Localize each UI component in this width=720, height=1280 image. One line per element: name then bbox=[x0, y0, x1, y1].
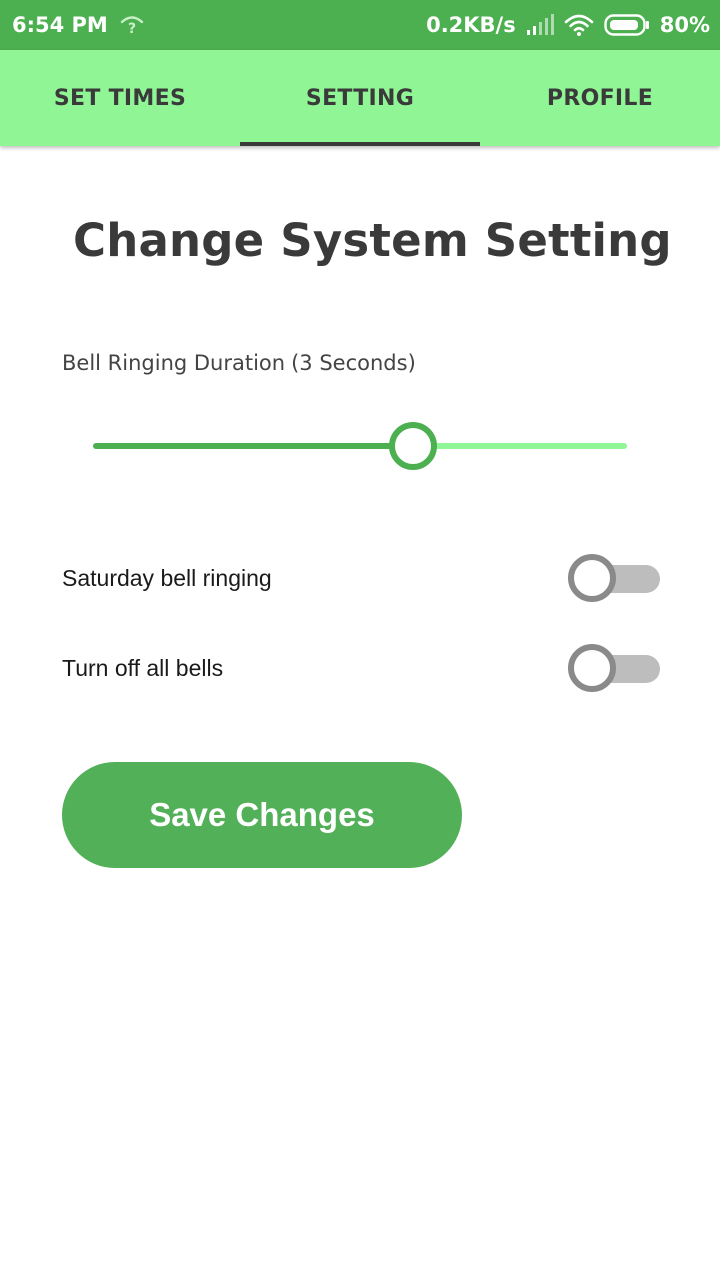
wifi-question-icon: ? bbox=[120, 14, 144, 36]
tab-bar: SET TIMES SETTING PROFILE bbox=[0, 50, 720, 146]
status-right: 0.2KB/s 80% bbox=[426, 13, 710, 37]
wifi-icon bbox=[564, 13, 594, 37]
switch-thumb bbox=[568, 644, 616, 692]
status-left: 6:54 PM ? bbox=[12, 13, 144, 37]
saturday-bell-row: Saturday bell ringing bbox=[62, 552, 662, 604]
page-title: Change System Setting bbox=[73, 214, 672, 267]
slider-track-inactive bbox=[413, 443, 627, 449]
battery-icon bbox=[604, 14, 650, 36]
switch-thumb bbox=[568, 554, 616, 602]
status-time: 6:54 PM bbox=[12, 13, 108, 37]
tab-profile[interactable]: PROFILE bbox=[480, 50, 720, 146]
turn-off-bells-label: Turn off all bells bbox=[62, 654, 224, 681]
battery-percent: 80% bbox=[659, 13, 710, 37]
tab-setting[interactable]: SETTING bbox=[240, 50, 480, 146]
duration-slider[interactable] bbox=[93, 420, 627, 472]
turn-off-bells-switch[interactable] bbox=[568, 642, 662, 694]
slider-track-active bbox=[93, 443, 413, 449]
duration-label-text: Bell Ringing Duration bbox=[62, 351, 286, 375]
turn-off-bells-row: Turn off all bells bbox=[62, 642, 662, 694]
save-changes-button[interactable]: Save Changes bbox=[62, 762, 462, 868]
svg-text:?: ? bbox=[128, 21, 136, 36]
duration-label: Bell Ringing Duration (3 Seconds) bbox=[62, 351, 416, 375]
duration-value: (3 Seconds) bbox=[291, 351, 416, 375]
network-speed: 0.2KB/s bbox=[426, 13, 516, 37]
signal-icon bbox=[526, 14, 554, 36]
saturday-bell-label: Saturday bell ringing bbox=[62, 564, 272, 591]
saturday-bell-switch[interactable] bbox=[568, 552, 662, 604]
slider-thumb[interactable] bbox=[389, 422, 437, 470]
status-bar: 6:54 PM ? 0.2KB/s 80% bbox=[0, 0, 720, 50]
tab-set-times[interactable]: SET TIMES bbox=[0, 50, 240, 146]
